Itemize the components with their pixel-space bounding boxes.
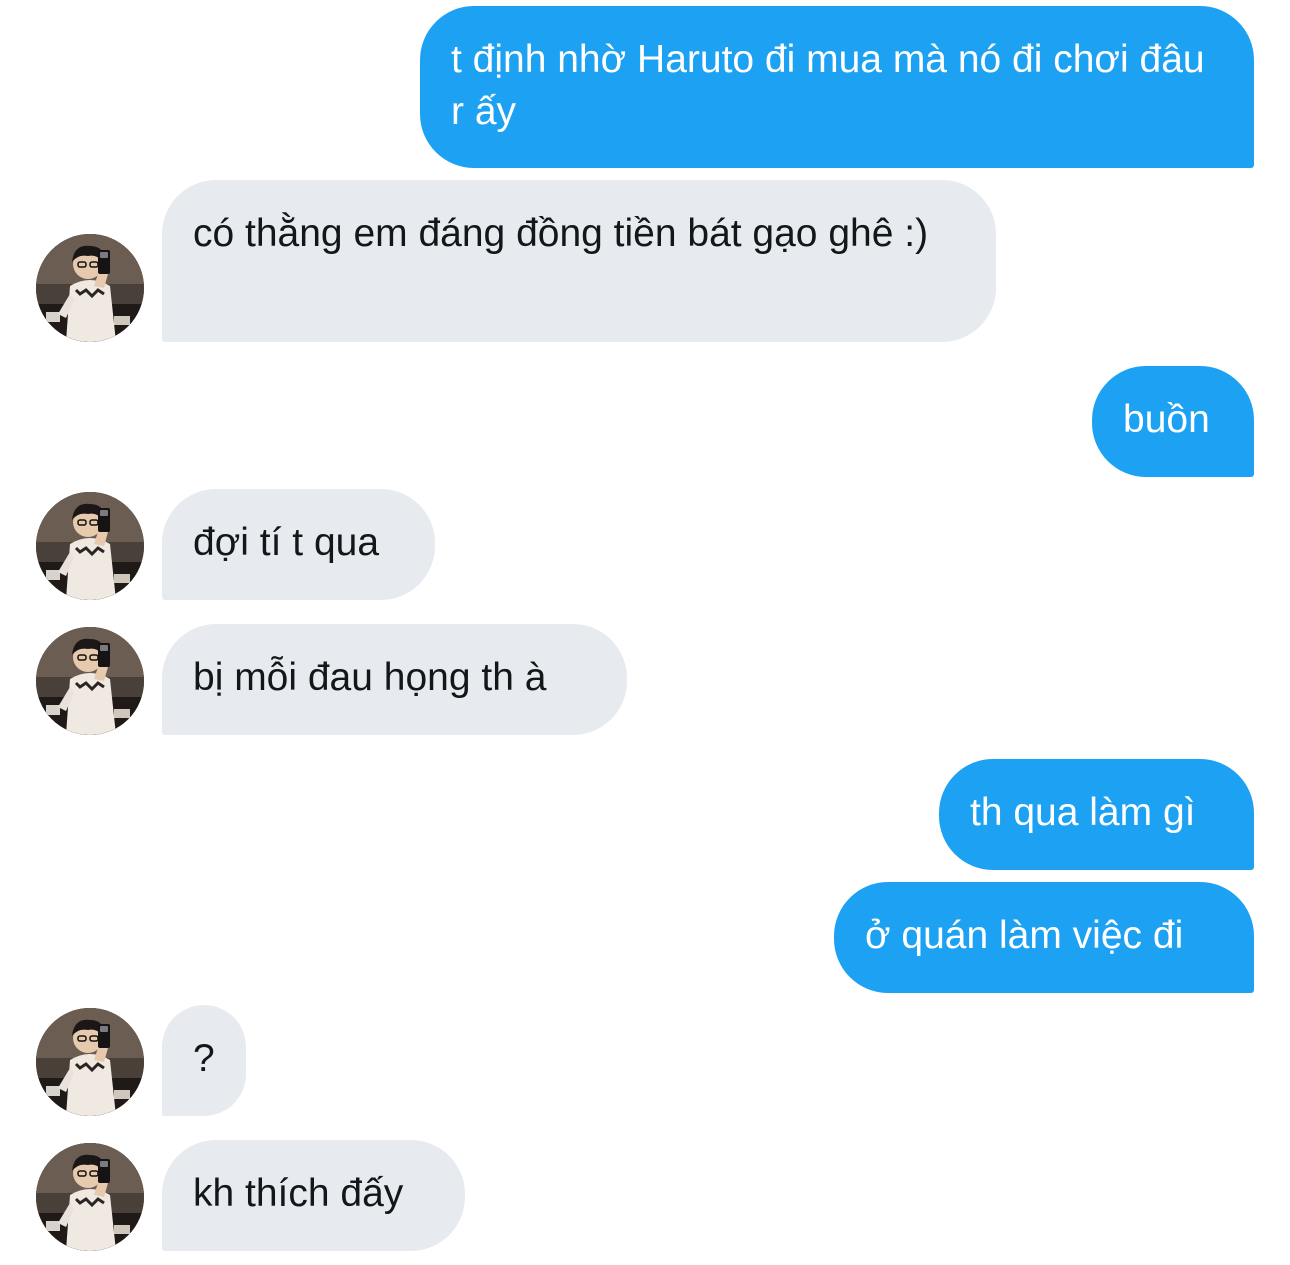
message-text: ở quán làm việc đi <box>865 914 1184 957</box>
message-text: có thằng em đáng đồng tiền bát gạo ghê :… <box>193 212 929 255</box>
message-bubble-received[interactable]: đợi tí t qua <box>162 489 435 600</box>
avatar-photo-icon <box>36 1143 144 1251</box>
user-avatar[interactable] <box>36 1008 144 1116</box>
conversation-thread: t định nhờ Haruto đi mua mà nó đi chơi đ… <box>0 0 1290 1265</box>
message-bubble-received[interactable]: có thằng em đáng đồng tiền bát gạo ghê :… <box>162 180 996 342</box>
message-text: ? <box>193 1037 215 1080</box>
avatar-photo-icon <box>36 492 144 600</box>
message-text: bị mỗi đau họng th à <box>193 656 547 699</box>
message-bubble-sent[interactable]: th qua làm gì <box>939 759 1254 870</box>
user-avatar[interactable] <box>36 1143 144 1251</box>
message-bubble-received[interactable]: kh thích đấy <box>162 1140 465 1251</box>
message-bubble-received[interactable]: bị mỗi đau họng th à <box>162 624 627 735</box>
user-avatar[interactable] <box>36 234 144 342</box>
user-avatar[interactable] <box>36 627 144 735</box>
message-text: th qua làm gì <box>970 791 1196 834</box>
avatar-photo-icon <box>36 234 144 342</box>
user-avatar[interactable] <box>36 492 144 600</box>
avatar-photo-icon <box>36 1008 144 1116</box>
message-bubble-received[interactable]: ? <box>162 1005 246 1116</box>
message-text: đợi tí t qua <box>193 521 380 564</box>
avatar-photo-icon <box>36 627 144 735</box>
message-text: kh thích đấy <box>193 1172 404 1215</box>
message-bubble-sent[interactable]: buồn <box>1092 366 1254 477</box>
message-text: t định nhờ Haruto đi mua mà nó đi chơi đ… <box>451 38 1205 133</box>
message-bubble-sent[interactable]: ở quán làm việc đi <box>834 882 1254 993</box>
message-bubble-sent[interactable]: t định nhờ Haruto đi mua mà nó đi chơi đ… <box>420 6 1254 168</box>
message-text: buồn <box>1123 398 1210 441</box>
